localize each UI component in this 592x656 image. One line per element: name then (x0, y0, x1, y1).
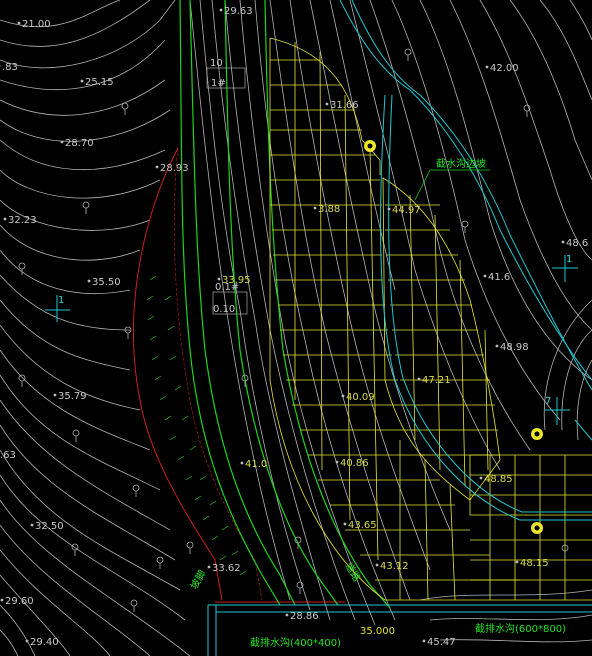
survey-pin-icon (523, 104, 531, 117)
elevation-dot (3, 217, 7, 221)
elevation-dot (17, 21, 21, 25)
elevation-dot (561, 240, 565, 244)
elevation-label: 28.86 (290, 611, 319, 622)
survey-pin-icon (186, 541, 194, 554)
elevation-label: 29.40 (30, 637, 59, 648)
elevation-dot (417, 377, 421, 381)
elevation-label: 48.98 (500, 342, 529, 353)
survey-pin-icon (72, 429, 80, 442)
elevation-label: 28.70 (65, 138, 94, 149)
survey-pin-icon (130, 599, 138, 612)
elevation-dot (335, 460, 339, 464)
elevation-label: 29.60 (5, 596, 34, 607)
site-plan-svg[interactable]: 21.00 29.63 .83 25.15 42.00 31.66 28.70 28.93 32… (0, 0, 592, 656)
elevation-dot (483, 274, 487, 278)
elevation-points (0, 8, 569, 643)
green-label-top: 截水沟边坡 (436, 157, 486, 170)
elevation-label: 40.09 (346, 392, 375, 403)
elevation-label: 35.79 (58, 391, 87, 402)
elevation-label: 45.47 (427, 637, 456, 648)
elevation-label: 43.65 (348, 520, 377, 531)
elevation-dot (375, 563, 379, 567)
elevation-label: 3.88 (318, 204, 340, 215)
elevation-label: 33.62 (212, 563, 241, 574)
annotation-slope-top: 1# (211, 78, 226, 89)
survey-pin-icon (156, 556, 164, 569)
section-right-label: 1 (566, 254, 572, 265)
elevation-dot (60, 140, 64, 144)
elevation-label: 28.93 (160, 163, 189, 174)
elevation-dot (217, 277, 221, 281)
elevation-dot (155, 165, 159, 169)
slope-boundary (133, 147, 345, 603)
contour-lines (0, 0, 592, 656)
elevation-dot (240, 461, 244, 465)
elevation-label: 32.50 (35, 521, 64, 532)
elevation-dot (207, 565, 211, 569)
elevation-label: 25.15 (85, 77, 114, 88)
elevation-dot (387, 207, 391, 211)
green-label-slope: 坡脚 (187, 568, 208, 592)
section-marker-label: 7 (545, 396, 551, 407)
elevation-dot (30, 523, 34, 527)
survey-pin-icon (132, 484, 140, 497)
elevation-dot (219, 8, 223, 12)
elevation-dot (325, 102, 329, 106)
elevation-dot (341, 394, 345, 398)
elevation-label: .63 (0, 450, 16, 461)
ditch-elev-label: 35.000 (360, 626, 395, 637)
elevation-label: 44.97 (392, 205, 421, 216)
ditch-left-label: 截排水沟(400*400) (250, 636, 341, 649)
section-left-label: 1 (58, 295, 64, 306)
elevation-label: 32.23 (8, 215, 37, 226)
elevation-dot (25, 639, 29, 643)
survey-pin-icon (124, 326, 132, 339)
elevation-dot (515, 560, 519, 564)
survey-pin-icon (404, 48, 412, 61)
elevation-dot (285, 613, 289, 617)
elevation-dot (485, 65, 489, 69)
annotation-mid-label: 0.10 (213, 304, 235, 315)
survey-pin-icon (296, 581, 304, 594)
elevation-dot (313, 206, 317, 210)
elevation-dot (0, 598, 4, 602)
ditch-right-label: 截排水沟(600*800) (475, 622, 566, 635)
road-lines (179, 0, 391, 609)
elevation-label: 35.50 (92, 277, 121, 288)
annotation-slope-mid: 0.1# (215, 282, 239, 293)
elevation-dot (87, 279, 91, 283)
annotation-upper-label: 10 (210, 58, 223, 69)
elevation-dot (343, 522, 347, 526)
elevation-label: 48.15 (520, 558, 549, 569)
elevation-label: 40.86 (340, 458, 369, 469)
elevation-label: 29.63 (224, 6, 253, 17)
elevation-dot (53, 393, 57, 397)
elevation-label: 43.12 (380, 561, 409, 572)
elevation-label: 48.85 (484, 474, 513, 485)
elevation-label: 41.6 (488, 272, 510, 283)
elevation-dot (479, 476, 483, 480)
elevation-label: 31.66 (330, 100, 359, 111)
elevation-label: 48.6 (566, 238, 588, 249)
elevation-dot (80, 79, 84, 83)
elevation-label: 42.00 (490, 63, 519, 74)
elevation-label: 47.21 (422, 375, 451, 386)
elevation-dot (422, 639, 426, 643)
survey-pin-icon (121, 102, 129, 115)
elevation-label: 21.00 (22, 19, 51, 30)
cad-drawing-canvas[interactable]: 21.00 29.63 .83 25.15 42.00 31.66 28.70 28.93 32… (0, 0, 592, 656)
elevation-label: 41.0 (245, 459, 267, 470)
elevation-dot (495, 344, 499, 348)
survey-pin-icon (82, 201, 90, 214)
elevation-label: .83 (2, 62, 18, 73)
